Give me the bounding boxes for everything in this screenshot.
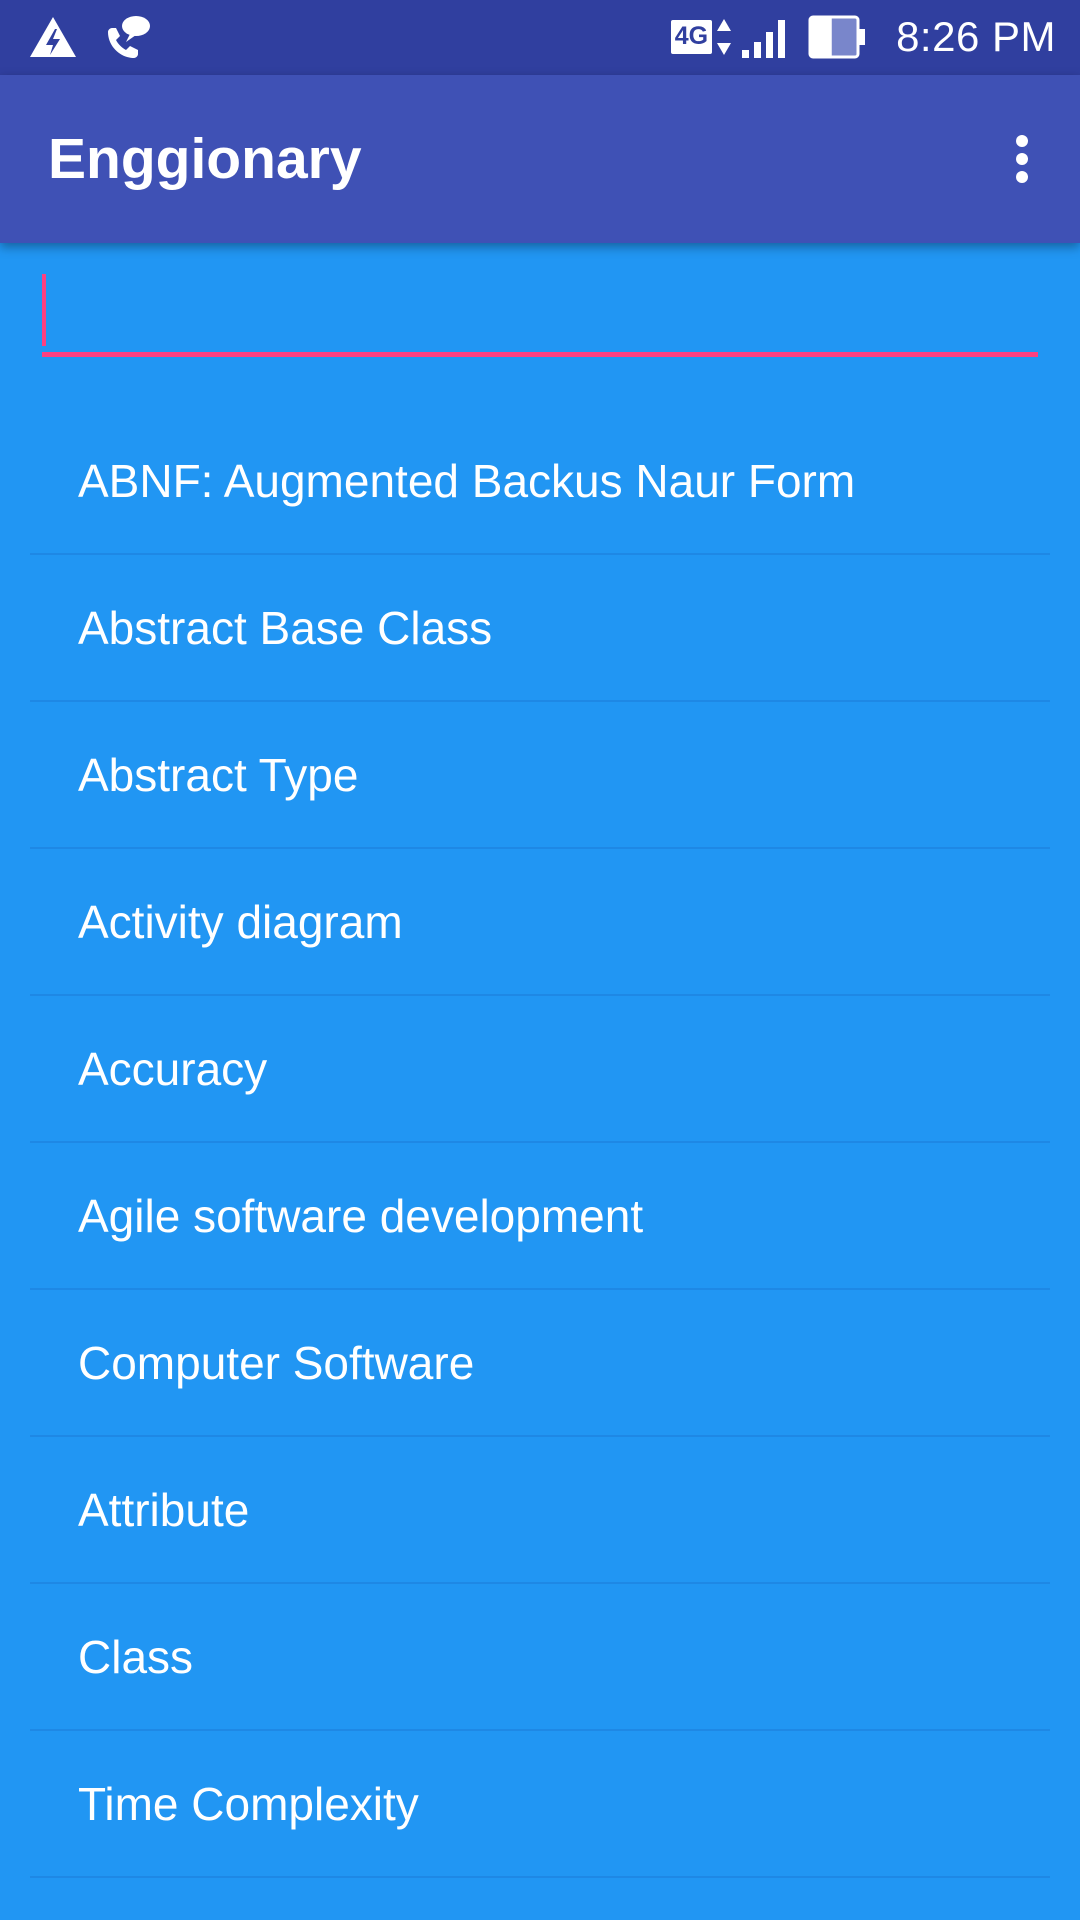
status-bar-clock: 8:26 PM	[896, 13, 1056, 60]
status-bar-notifications	[28, 12, 152, 62]
data-arrows-icon	[717, 19, 732, 55]
list-item[interactable]: Abstract Type	[30, 702, 1050, 849]
status-bar-system: 4G 8:26 PM	[670, 12, 1056, 62]
term-label: Accuracy	[78, 1042, 268, 1095]
search-input[interactable]	[42, 272, 1038, 350]
wifi-calling-icon	[108, 16, 150, 58]
term-label: Abstract Type	[78, 748, 359, 801]
term-label: Time Complexity	[78, 1777, 419, 1830]
term-label: Abstract Base Class	[78, 601, 493, 654]
list-item[interactable]: Agile software development	[30, 1143, 1050, 1290]
app-bar: Enggionary	[0, 75, 1080, 243]
list-item[interactable]: Activity diagram	[30, 849, 1050, 996]
network-type-label: 4G	[670, 20, 713, 54]
text-cursor	[42, 274, 46, 346]
app-title: Enggionary	[48, 127, 362, 191]
status-bar: 4G 8:26 PM	[0, 0, 1080, 75]
list-item[interactable]: Class	[30, 1584, 1050, 1731]
list-item[interactable]: Computer Software	[30, 1290, 1050, 1437]
list-item[interactable]: ABNF: Augmented Backus Naur Form	[30, 408, 1050, 555]
warning-flash-icon	[30, 17, 76, 57]
signal-icon	[742, 20, 786, 58]
term-label: Activity diagram	[78, 895, 403, 948]
term-label: Computer Software	[78, 1336, 475, 1389]
term-label: Agile software development	[78, 1189, 644, 1242]
list-item[interactable]: Accuracy	[30, 996, 1050, 1143]
list-item[interactable]: Attribute	[30, 1437, 1050, 1584]
search-field[interactable]	[42, 272, 1038, 357]
search-underline	[42, 352, 1038, 357]
term-list: ABNF: Augmented Backus Naur Form Abstrac…	[30, 408, 1050, 1878]
list-item[interactable]: Time Complexity	[30, 1731, 1050, 1878]
overflow-menu-button[interactable]	[990, 119, 1054, 199]
list-item[interactable]: Abstract Base Class	[30, 555, 1050, 702]
term-label: ABNF: Augmented Backus Naur Form	[78, 454, 856, 507]
term-label: Class	[78, 1630, 194, 1683]
network-4g-icon: 4G	[670, 17, 732, 57]
more-vert-icon	[1016, 135, 1028, 183]
battery-icon	[808, 15, 866, 59]
term-label: Attribute	[78, 1483, 250, 1536]
